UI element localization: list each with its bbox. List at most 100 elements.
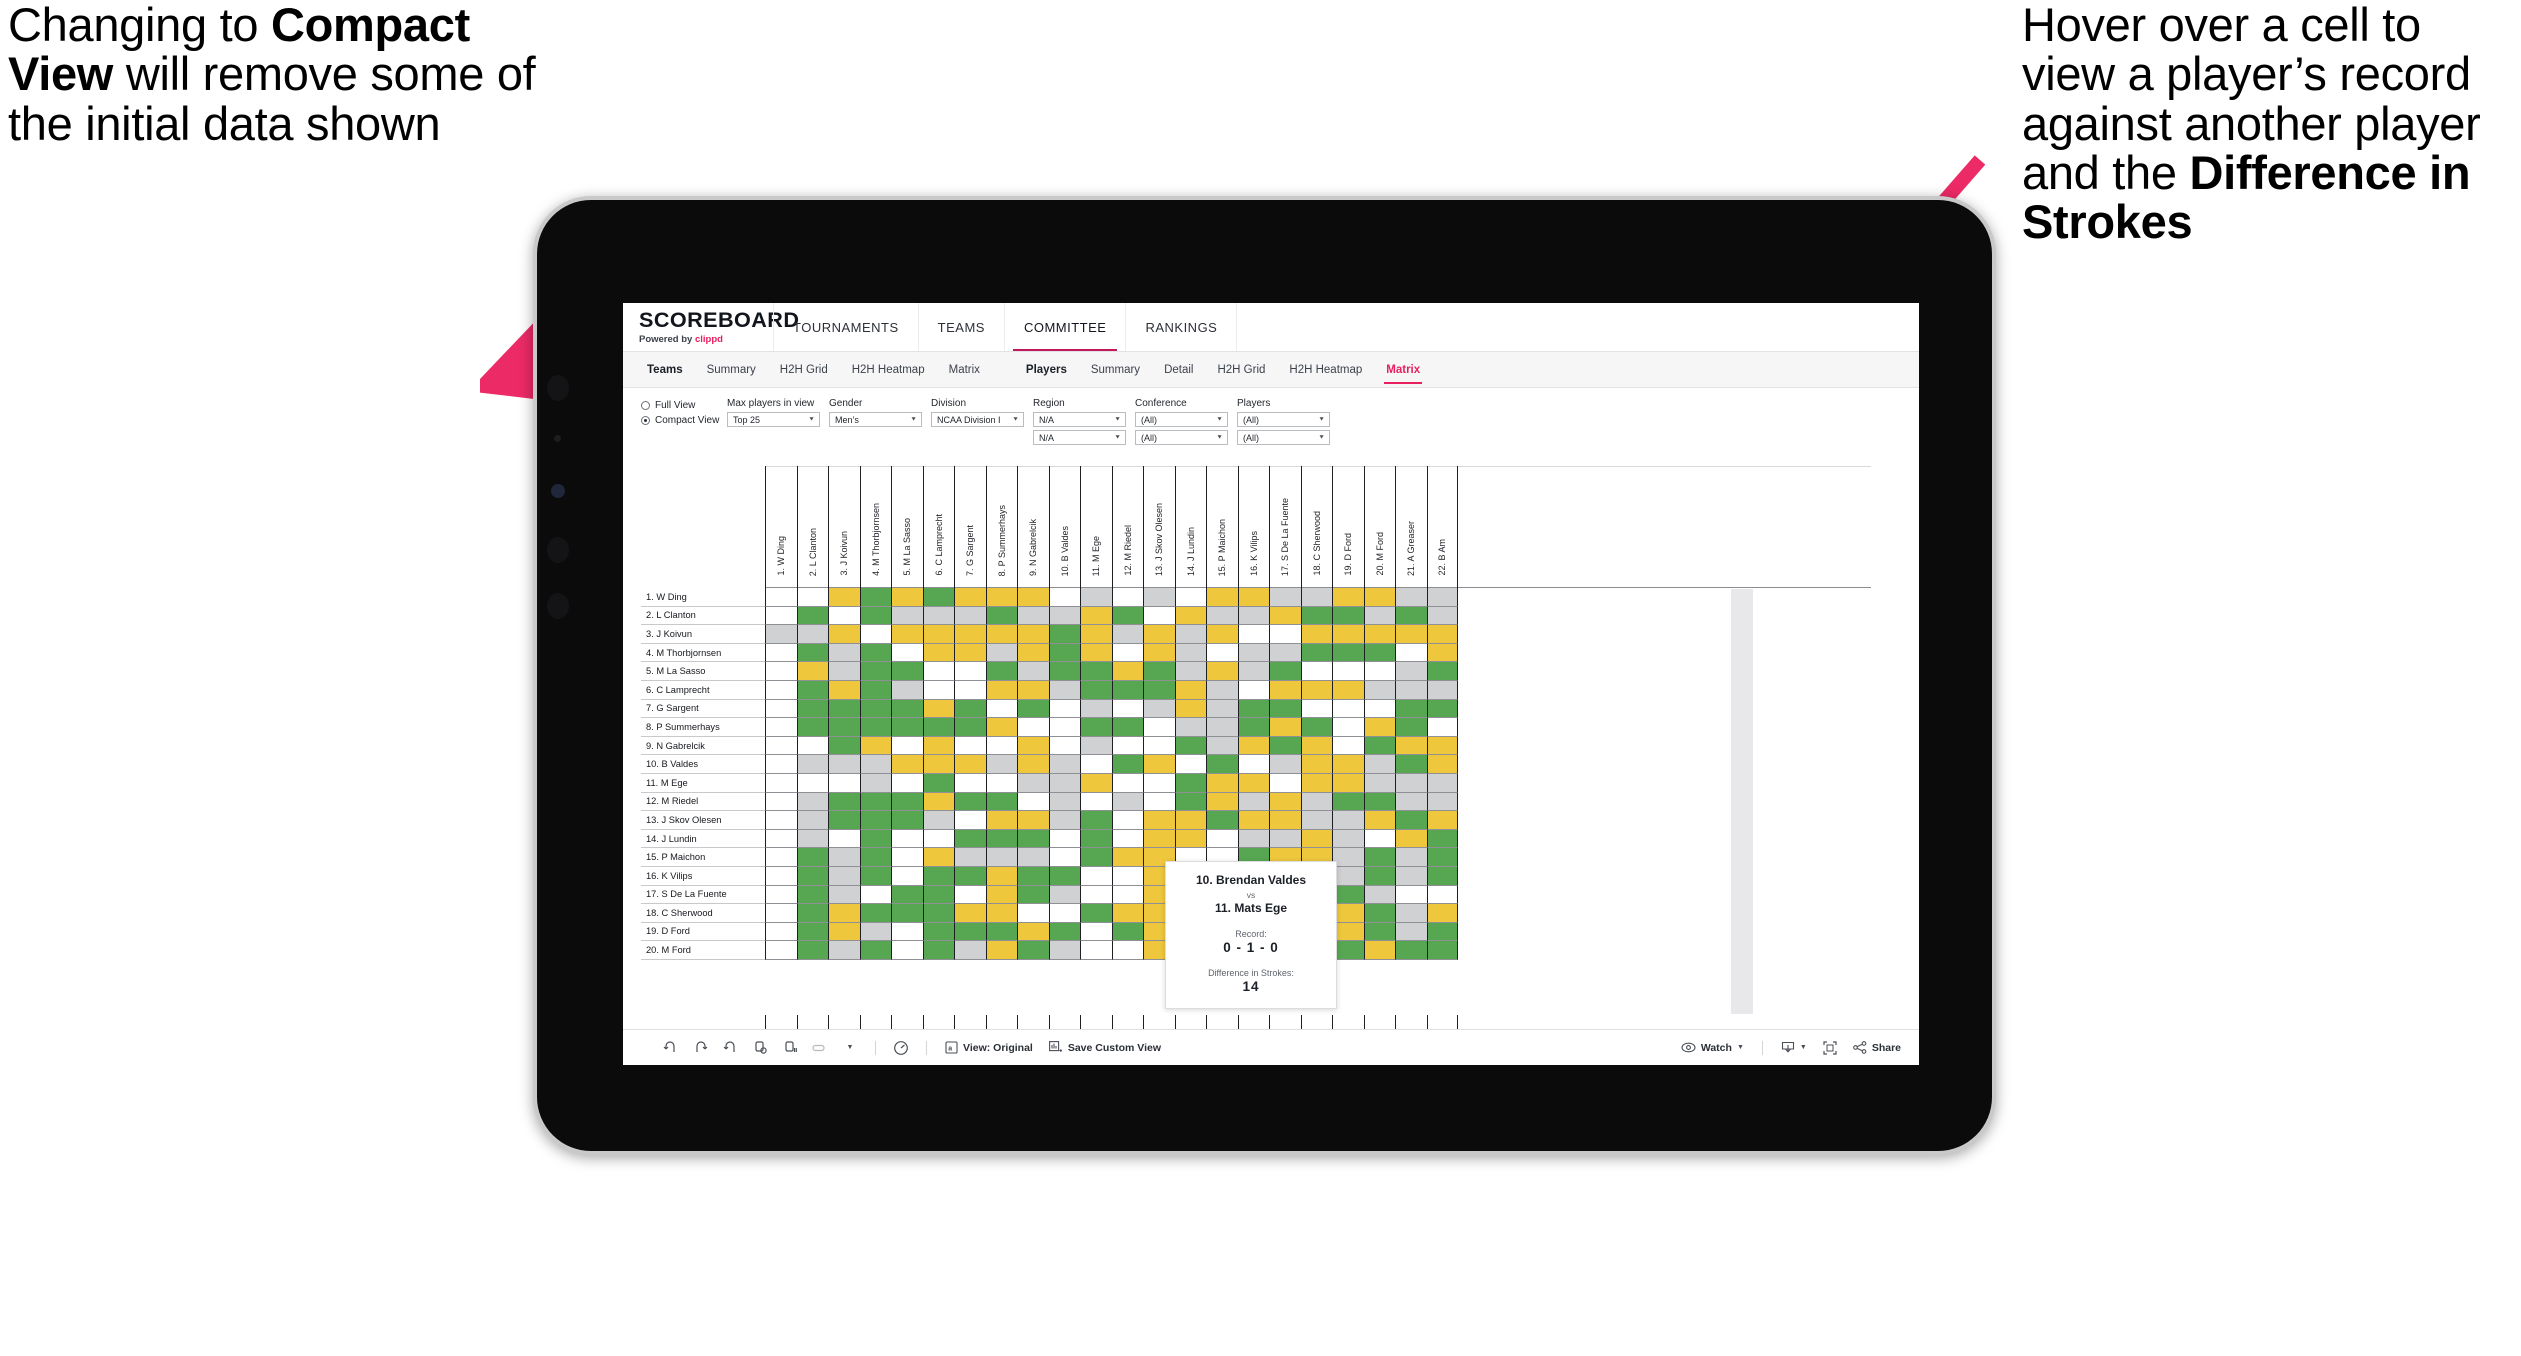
matrix-cell[interactable] xyxy=(1080,662,1112,681)
matrix-cell[interactable] xyxy=(1080,885,1112,905)
matrix-cell[interactable] xyxy=(828,904,860,923)
matrix-cell[interactable] xyxy=(1080,718,1112,737)
matrix-cell[interactable] xyxy=(922,662,954,681)
matrix-cell[interactable] xyxy=(1395,736,1427,756)
matrix-cell[interactable] xyxy=(1426,755,1458,774)
matrix-cell[interactable] xyxy=(954,625,986,644)
matrix-cell[interactable] xyxy=(1080,922,1112,942)
matrix-cell[interactable] xyxy=(1111,625,1143,644)
matrix-cell[interactable] xyxy=(891,736,923,756)
watch-button[interactable]: Watch ▼ xyxy=(1673,1042,1752,1054)
matrix-cell[interactable] xyxy=(828,922,860,942)
matrix-col-header[interactable]: 11. M Ege xyxy=(1080,466,1112,588)
matrix-cell[interactable] xyxy=(985,625,1017,644)
matrix-cell[interactable] xyxy=(765,941,797,960)
matrix-cell[interactable] xyxy=(922,755,954,774)
matrix-cell[interactable] xyxy=(796,773,828,793)
matrix-cell[interactable] xyxy=(922,588,954,607)
download-button[interactable]: ▼ xyxy=(1773,1041,1815,1054)
select-region-2[interactable]: N/A ▼ xyxy=(1033,430,1126,445)
matrix-cell[interactable] xyxy=(1395,680,1427,700)
matrix-cell[interactable] xyxy=(954,606,986,626)
matrix-cell[interactable] xyxy=(1269,718,1301,737)
matrix-cell[interactable] xyxy=(1111,699,1143,719)
matrix-cell[interactable] xyxy=(1017,922,1049,942)
matrix-row-label[interactable]: 13. J Skov Olesen xyxy=(641,811,765,830)
matrix-cell[interactable] xyxy=(796,606,828,626)
matrix-cell[interactable] xyxy=(1017,829,1049,849)
matrix-cell[interactable] xyxy=(922,736,954,756)
matrix-cell[interactable] xyxy=(828,755,860,774)
matrix-cell[interactable] xyxy=(891,588,923,607)
matrix-col-header[interactable]: 6. C Lamprecht xyxy=(922,466,955,588)
matrix-cell[interactable] xyxy=(1143,588,1175,607)
matrix-cell[interactable] xyxy=(796,643,828,663)
radio-compact-view[interactable]: Compact View xyxy=(641,415,727,426)
matrix-cell[interactable] xyxy=(1017,904,1049,923)
matrix-cell[interactable] xyxy=(1332,588,1364,607)
matrix-cell[interactable] xyxy=(828,866,860,886)
matrix-cell[interactable] xyxy=(1080,736,1112,756)
matrix-cell[interactable] xyxy=(1143,662,1175,681)
matrix-cell[interactable] xyxy=(922,848,954,867)
matrix-cell[interactable] xyxy=(1332,792,1364,812)
matrix-cell[interactable] xyxy=(1300,588,1332,607)
matrix-cell[interactable] xyxy=(1332,755,1364,774)
matrix-cell[interactable] xyxy=(1237,680,1269,700)
matrix-cell[interactable] xyxy=(1017,736,1049,756)
matrix-cell[interactable] xyxy=(1111,588,1143,607)
matrix-cell[interactable] xyxy=(1237,755,1269,774)
matrix-cell[interactable] xyxy=(828,829,860,849)
matrix-cell[interactable] xyxy=(922,773,954,793)
matrix-cell[interactable] xyxy=(1363,606,1395,626)
matrix-container[interactable]: 1. W Ding 2. L Clanton 3. J Koivun 4. M Tho… xyxy=(641,466,1871,1052)
matrix-cell[interactable] xyxy=(796,662,828,681)
matrix-cell[interactable] xyxy=(922,643,954,663)
matrix-cell[interactable] xyxy=(1111,811,1143,830)
matrix-cell[interactable] xyxy=(859,588,891,607)
matrix-cell[interactable] xyxy=(985,922,1017,942)
matrix-cell[interactable] xyxy=(1206,736,1238,756)
matrix-cell[interactable] xyxy=(1300,680,1332,700)
matrix-cell[interactable] xyxy=(1395,718,1427,737)
tab-teams-summary[interactable]: Summary xyxy=(695,352,768,388)
matrix-cell[interactable] xyxy=(1048,941,1080,960)
tab-players-h2h-grid[interactable]: H2H Grid xyxy=(1205,352,1277,388)
matrix-cell[interactable] xyxy=(1426,588,1458,607)
matrix-cell[interactable] xyxy=(1395,885,1427,905)
tab-players-players[interactable]: Players xyxy=(1014,352,1079,388)
matrix-cell[interactable] xyxy=(1237,792,1269,812)
matrix-cell[interactable] xyxy=(985,792,1017,812)
matrix-cell[interactable] xyxy=(1426,699,1458,719)
matrix-cell[interactable] xyxy=(1206,625,1238,644)
matrix-col-header[interactable]: 12. M Riedel xyxy=(1111,466,1144,588)
matrix-cell[interactable] xyxy=(1174,699,1206,719)
matrix-cell[interactable] xyxy=(1143,792,1175,812)
matrix-cell[interactable] xyxy=(1080,606,1112,626)
matrix-cell[interactable] xyxy=(1395,922,1427,942)
matrix-cell[interactable] xyxy=(1426,773,1458,793)
matrix-cell[interactable] xyxy=(828,885,860,905)
matrix-cell[interactable] xyxy=(1363,792,1395,812)
matrix-cell[interactable] xyxy=(985,680,1017,700)
matrix-cell[interactable] xyxy=(1174,606,1206,626)
matrix-cell[interactable] xyxy=(796,941,828,960)
chevron-down-icon[interactable]: ▼ xyxy=(1114,435,1121,441)
matrix-cell[interactable] xyxy=(1363,643,1395,663)
matrix-cell[interactable] xyxy=(1017,755,1049,774)
matrix-cell[interactable] xyxy=(828,625,860,644)
topnav-item-rankings[interactable]: RANKINGS xyxy=(1125,303,1238,351)
matrix-cell[interactable] xyxy=(796,625,828,644)
matrix-cell[interactable] xyxy=(859,866,891,886)
matrix-cell[interactable] xyxy=(796,699,828,719)
matrix-cell[interactable] xyxy=(1332,606,1364,626)
matrix-cell[interactable] xyxy=(1300,606,1332,626)
matrix-cell[interactable] xyxy=(1395,773,1427,793)
matrix-cell[interactable] xyxy=(954,848,986,867)
matrix-cell[interactable] xyxy=(1174,643,1206,663)
matrix-cell[interactable] xyxy=(891,773,923,793)
tab-teams-matrix[interactable]: Matrix xyxy=(937,352,992,388)
matrix-cell[interactable] xyxy=(1363,662,1395,681)
matrix-cell[interactable] xyxy=(765,829,797,849)
matrix-cell[interactable] xyxy=(1426,625,1458,644)
